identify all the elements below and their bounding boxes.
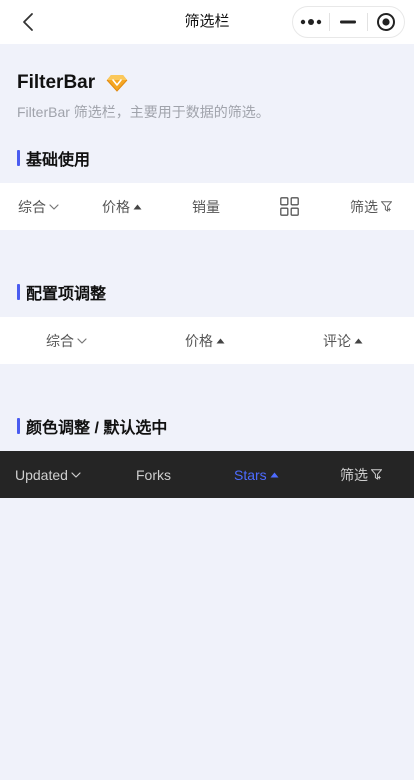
close-program-button[interactable] — [368, 7, 404, 37]
filter-item-label: 筛选 — [340, 466, 368, 483]
filter-item-label: Stars — [234, 466, 267, 483]
section-title-color: 颜色调整 / 默认选中 — [17, 416, 168, 437]
more-dots-icon — [300, 19, 322, 25]
filter-item-filter[interactable]: 筛选 — [350, 183, 392, 230]
filter-item-comprehensive[interactable]: 综合 — [46, 317, 87, 364]
section-title-text: 颜色调整 / 默认选中 — [26, 420, 168, 437]
filter-item-price[interactable]: 价格 — [102, 183, 142, 230]
filter-item-updated[interactable]: Updated — [15, 451, 81, 498]
minimize-icon — [340, 20, 357, 24]
component-description: FilterBar 筛选栏，主要用于数据的筛选。 — [17, 104, 270, 120]
chevron-down-icon — [77, 337, 87, 344]
filter-item-label: Forks — [136, 466, 171, 483]
filter-item-label: 评论 — [323, 332, 351, 349]
orange-diamond-icon — [106, 74, 128, 92]
mini-program-capsule — [292, 6, 405, 38]
more-button[interactable] — [293, 7, 329, 37]
minimize-button[interactable] — [330, 7, 366, 37]
chevron-down-icon — [49, 203, 59, 210]
navigation-bar: 筛选栏 — [0, 0, 414, 44]
back-button[interactable] — [14, 10, 42, 34]
caret-up-icon — [133, 204, 142, 210]
section-title-text: 配置项调整 — [26, 286, 107, 303]
filter-item-forks[interactable]: Forks — [136, 451, 171, 498]
chevron-down-icon — [71, 471, 81, 478]
section-accent-bar — [17, 418, 20, 434]
section-title-config: 配置项调整 — [17, 282, 107, 303]
filter-item-label: 价格 — [185, 332, 213, 349]
filter-item-label: 综合 — [18, 198, 46, 215]
grid-icon — [280, 197, 299, 216]
filter-item-label: 筛选 — [350, 198, 378, 215]
filter-icon — [381, 201, 392, 212]
filter-item-sales[interactable]: 销量 — [192, 183, 220, 230]
filter-item-label: 销量 — [192, 198, 220, 215]
section-title-basic: 基础使用 — [17, 148, 91, 169]
filter-bar-config: 综合 价格 评论 — [0, 317, 414, 364]
caret-up-icon — [216, 338, 225, 344]
target-circle-icon — [376, 13, 395, 31]
filter-bar-dark: Updated Forks Stars 筛选 — [0, 451, 414, 498]
filter-item-label: Updated — [15, 466, 68, 483]
filter-item-comments[interactable]: 评论 — [323, 317, 363, 364]
filter-item-filter[interactable]: 筛选 — [340, 451, 382, 498]
section-title-text: 基础使用 — [26, 152, 91, 169]
filter-item-price[interactable]: 价格 — [185, 317, 225, 364]
section-accent-bar — [17, 150, 20, 166]
filter-bar-basic: 综合 价格 销量 筛选 — [0, 183, 414, 230]
filter-item-stars[interactable]: Stars — [234, 451, 279, 498]
component-title-text: FilterBar — [17, 72, 96, 93]
component-title: FilterBar — [17, 72, 128, 94]
filter-item-label: 价格 — [102, 198, 130, 215]
caret-up-icon — [354, 338, 363, 344]
filter-icon — [371, 469, 382, 480]
filter-item-comprehensive[interactable]: 综合 — [18, 183, 59, 230]
section-accent-bar — [17, 284, 20, 300]
caret-up-icon — [270, 472, 279, 478]
chevron-left-icon — [23, 13, 33, 31]
filter-item-layout-toggle[interactable] — [280, 183, 299, 230]
filter-item-label: 综合 — [46, 332, 74, 349]
